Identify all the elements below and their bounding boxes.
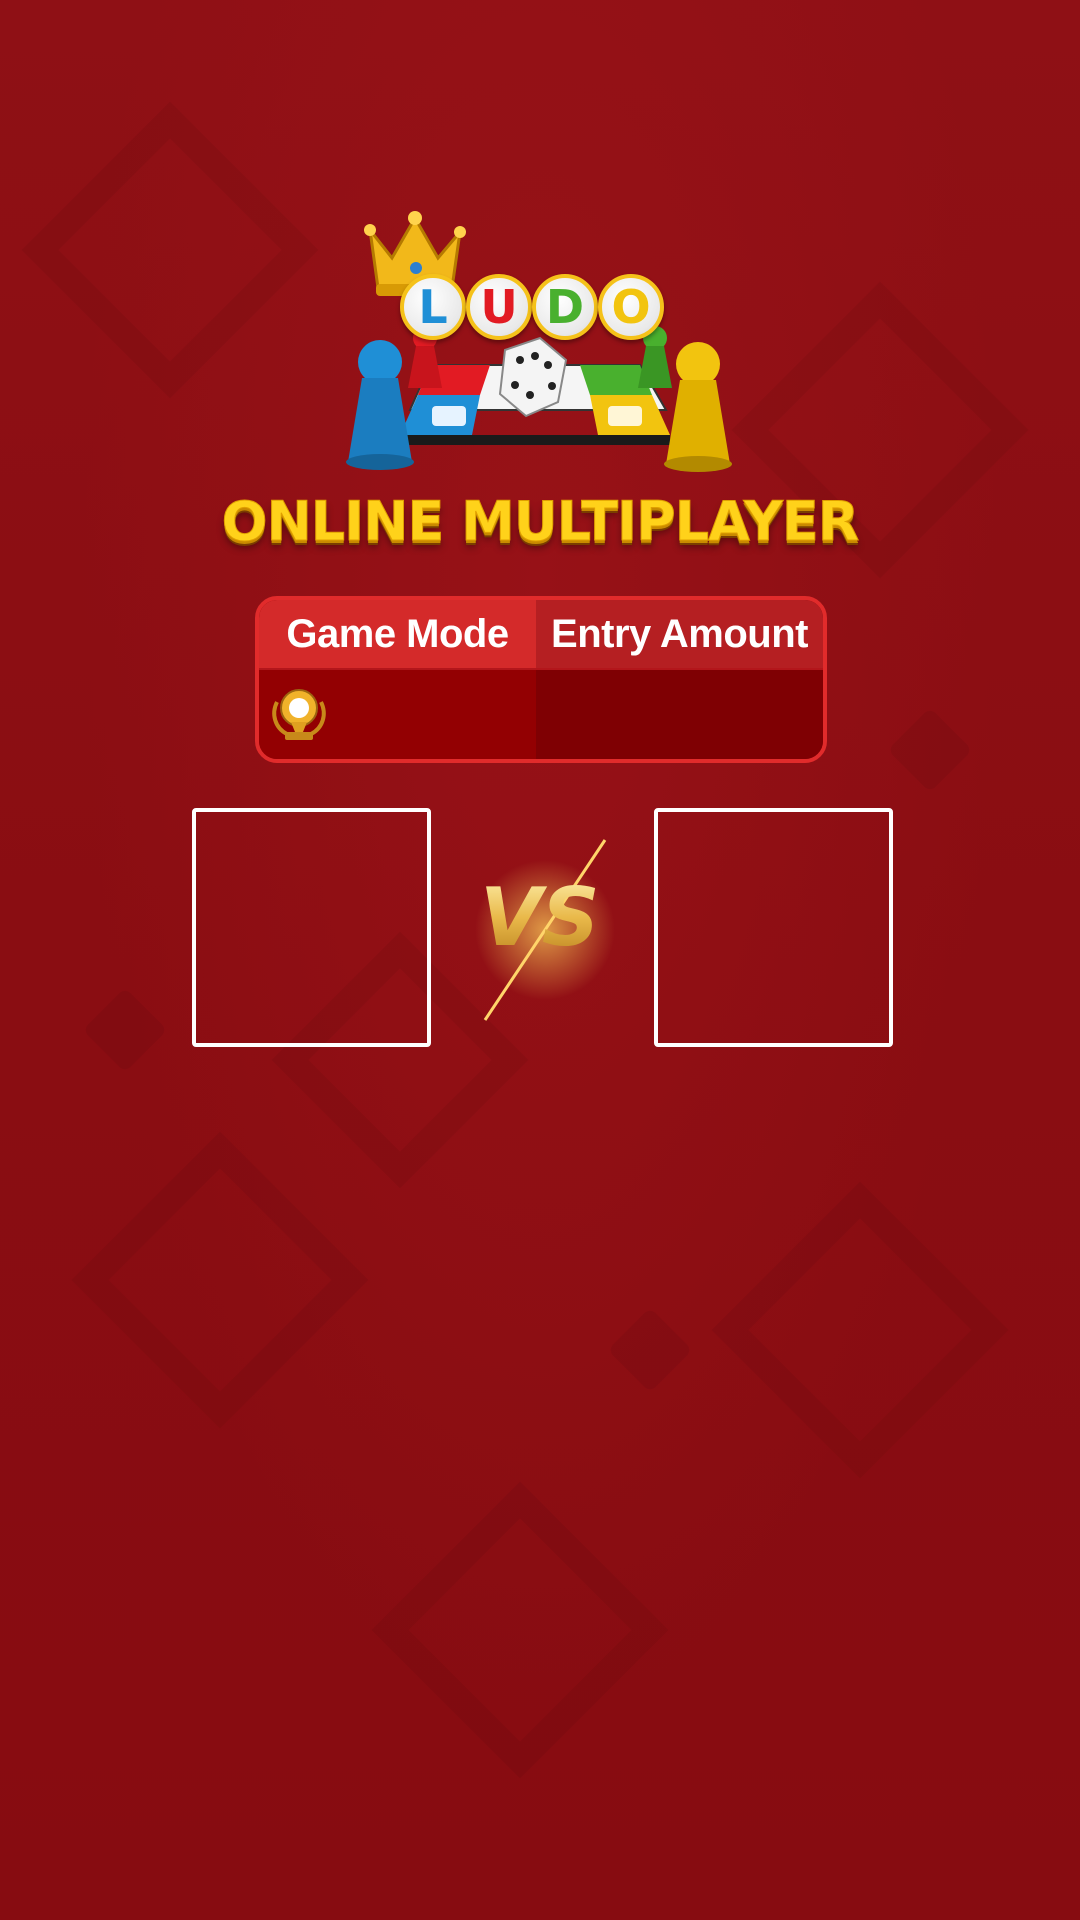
logo-letter-o: O [598,274,664,340]
entry-amount-header: Entry Amount [536,600,823,668]
logo-letter-d: D [532,274,598,340]
yellow-pawn-icon [664,342,732,472]
online-multiplayer-title: ONLINE MULTIPLAYER [221,490,860,554]
trophy-icon [272,689,326,740]
logo-letter-l: L [400,274,466,340]
vs-icon: VS [475,839,615,1021]
player-one-slot [192,808,431,1047]
game-mode-header: Game Mode [259,600,536,668]
player-two-slot [654,808,893,1047]
svg-text:VS: VS [480,871,600,964]
info-table-header: Game Mode Entry Amount [259,600,823,668]
ludo-board-illustration [346,211,732,472]
logo-letter-u: U [466,274,532,340]
blue-pawn-icon [346,340,414,470]
entry-amount-cell [536,670,823,759]
ludo-logo: L U D O [330,210,750,480]
info-table-row [259,668,823,759]
game-mode-cell [259,670,536,759]
game-info-table: Game Mode Entry Amount [255,596,827,763]
